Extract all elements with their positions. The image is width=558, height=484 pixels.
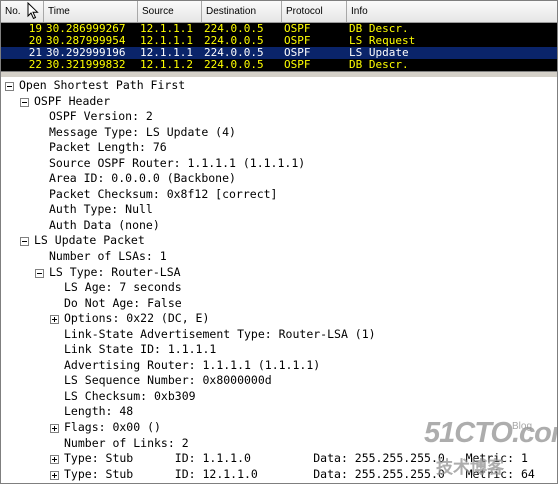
tree-node[interactable]: Message Type: LS Update (4) — [1, 125, 557, 141]
tree-node-label: Do Not Age: False — [64, 295, 182, 310]
tree-node[interactable]: Area ID: 0.0.0.0 (Backbone) — [1, 171, 557, 187]
packet-no-cell: 20 — [28, 35, 42, 47]
packet-source-cell: 12.1.1.1 — [140, 35, 193, 47]
tree-node-label: LS Sequence Number: 0x8000000d — [64, 373, 272, 388]
tree-node-label: Auth Data (none) — [49, 217, 160, 232]
packet-info-cell: DB Descr. — [349, 23, 409, 35]
tree-node[interactable]: Options: 0x22 (DC, E) — [1, 311, 557, 327]
tree-node-label: Number of Links: 2 — [64, 435, 189, 450]
tree-node[interactable]: Packet Length: 76 — [1, 140, 557, 156]
tree-node-label: Packet Length: 76 — [49, 140, 167, 155]
tree-node[interactable]: Number of Links: 2 — [1, 436, 557, 452]
mouse-cursor-icon — [27, 2, 39, 20]
packet-rows: 19 30.286999267 12.1.1.1 224.0.0.5 OSPF DB De… — [1, 23, 557, 72]
packet-time-cell: 30.321999832 — [46, 59, 126, 71]
tree-node[interactable]: Length: 48 — [1, 404, 557, 420]
tree-node-label: Area ID: 0.0.0.0 (Backbone) — [49, 171, 236, 186]
packet-protocol-cell: OSPF — [284, 47, 311, 59]
collapse-icon[interactable] — [35, 268, 44, 278]
packet-destination-cell: 224.0.0.5 — [204, 47, 264, 59]
tree-node[interactable]: LS Age: 7 seconds — [1, 280, 557, 296]
packet-source-cell: 12.1.1.2 — [140, 59, 193, 71]
packet-list-header: No. Time Source Destination Protocol Inf… — [1, 1, 557, 23]
collapse-icon[interactable] — [20, 237, 29, 247]
tree-node-label: Advertising Router: 1.1.1.1 (1.1.1.1) — [64, 357, 321, 372]
tree-node[interactable]: OSPF Version: 2 — [1, 109, 557, 125]
tree-node[interactable]: Open Shortest Path First — [1, 78, 557, 94]
packet-destination-cell: 224.0.0.5 — [204, 35, 264, 47]
tree-node-label: Length: 48 — [64, 404, 134, 419]
tree-node-label: OSPF Version: 2 — [49, 109, 153, 124]
packet-time-cell: 30.287999954 — [46, 35, 126, 47]
tree-node-label: OSPF Header — [34, 93, 111, 108]
collapse-icon[interactable] — [5, 82, 14, 91]
tree-node[interactable]: LS Type: Router-LSA — [1, 265, 557, 281]
packet-protocol-cell: OSPF — [284, 35, 311, 47]
tree-node[interactable]: Link State ID: 1.1.1.1 — [1, 342, 557, 358]
packet-destination-cell: 224.0.0.5 — [204, 23, 264, 35]
tree-node[interactable]: Packet Checksum: 0x8f12 [correct] — [1, 187, 557, 203]
packet-time-cell: 30.292999196 — [46, 47, 126, 59]
tree-node[interactable]: Auth Type: Null — [1, 202, 557, 218]
packet-info-cell: LS Request — [349, 35, 416, 47]
packet-source-cell: 12.1.1.1 — [140, 23, 193, 35]
tree-node-label: Flags: 0x00 () — [64, 420, 161, 435]
packet-no-cell: 19 — [28, 23, 42, 35]
packet-no-cell: 22 — [28, 59, 42, 71]
tree-node-label: Packet Checksum: 0x8f12 [correct] — [49, 186, 278, 201]
column-header-info[interactable]: Info — [347, 1, 557, 22]
packet-info-cell: DB Descr. — [349, 59, 409, 71]
tree-node-label: LS Type: Router-LSA — [49, 264, 181, 279]
packet-row[interactable]: 20 30.287999954 12.1.1.1 224.0.0.5 OSPF LS Re… — [1, 35, 557, 47]
tree-node-label: Source OSPF Router: 1.1.1.1 (1.1.1.1) — [49, 155, 306, 170]
tree-node[interactable]: Source OSPF Router: 1.1.1.1 (1.1.1.1) — [1, 156, 557, 172]
packet-detail-tree: Open Shortest Path First OSPF Header OSPF … — [1, 78, 557, 482]
tree-node-label: Auth Type: Null — [49, 202, 153, 217]
tree-node[interactable]: Number of LSAs: 1 — [1, 249, 557, 265]
tree-node[interactable]: Type: Stub ID: 12.1.1.0 Data: 255.255.25… — [1, 467, 557, 483]
column-header-protocol[interactable]: Protocol — [282, 1, 347, 22]
tree-node[interactable]: LS Update Packet — [1, 233, 557, 249]
expand-icon[interactable] — [50, 455, 59, 465]
tree-node-label: Options: 0x22 (DC, E) — [64, 311, 210, 326]
packet-protocol-cell: OSPF — [284, 59, 311, 71]
packet-source-cell: 12.1.1.1 — [140, 47, 193, 59]
tree-node-label: Message Type: LS Update (4) — [49, 124, 236, 139]
tree-node-label: LS Age: 7 seconds — [64, 280, 182, 295]
packet-row[interactable]: 21 30.292999196 12.1.1.1 224.0.0.5 OSPF LS Up… — [1, 47, 557, 59]
expand-icon[interactable] — [50, 470, 59, 480]
tree-node-label: Type: Stub ID: 1.1.1.0 Data: 255.255.255… — [64, 451, 528, 466]
expand-icon[interactable] — [50, 424, 59, 434]
column-header-destination[interactable]: Destination — [202, 1, 282, 22]
column-header-time[interactable]: Time — [44, 1, 138, 22]
tree-node[interactable]: OSPF Header — [1, 94, 557, 110]
tree-node[interactable]: Auth Data (none) — [1, 218, 557, 234]
tree-node[interactable]: LS Sequence Number: 0x8000000d — [1, 373, 557, 389]
tree-node[interactable]: LS Checksum: 0xb309 — [1, 389, 557, 405]
packet-no-cell: 21 — [28, 47, 42, 59]
tree-node-label: LS Checksum: 0xb309 — [64, 388, 196, 403]
tree-node-label: Type: Stub ID: 12.1.1.0 Data: 255.255.25… — [64, 466, 535, 481]
expand-icon[interactable] — [50, 315, 59, 325]
packet-protocol-cell: OSPF — [284, 23, 311, 35]
tree-node[interactable]: Link-State Advertisement Type: Router-LS… — [1, 327, 557, 343]
tree-node-label: Link-State Advertisement Type: Router-LS… — [64, 326, 376, 341]
tree-node-label: LS Update Packet — [34, 233, 145, 248]
tree-node-label: Link State ID: 1.1.1.1 — [64, 342, 217, 357]
tree-node[interactable]: Flags: 0x00 () — [1, 420, 557, 436]
packet-info-cell: LS Update — [349, 47, 409, 59]
packet-list: No. Time Source Destination Protocol Inf… — [1, 1, 557, 72]
wireshark-window: No. Time Source Destination Protocol Inf… — [0, 0, 558, 484]
tree-node[interactable]: Advertising Router: 1.1.1.1 (1.1.1.1) — [1, 358, 557, 374]
packet-row[interactable]: 19 30.286999267 12.1.1.1 224.0.0.5 OSPF DB De… — [1, 23, 557, 35]
tree-node-label: Open Shortest Path First — [19, 78, 186, 92]
pane-splitter[interactable] — [1, 71, 557, 78]
tree-node-label: Number of LSAs: 1 — [49, 249, 167, 264]
tree-node[interactable]: Do Not Age: False — [1, 296, 557, 312]
tree-node[interactable]: Type: Stub ID: 1.1.1.0 Data: 255.255.255… — [1, 451, 557, 467]
collapse-icon[interactable] — [20, 97, 29, 107]
column-header-source[interactable]: Source — [138, 1, 202, 22]
packet-destination-cell: 224.0.0.5 — [204, 59, 264, 71]
packet-time-cell: 30.286999267 — [46, 23, 126, 35]
